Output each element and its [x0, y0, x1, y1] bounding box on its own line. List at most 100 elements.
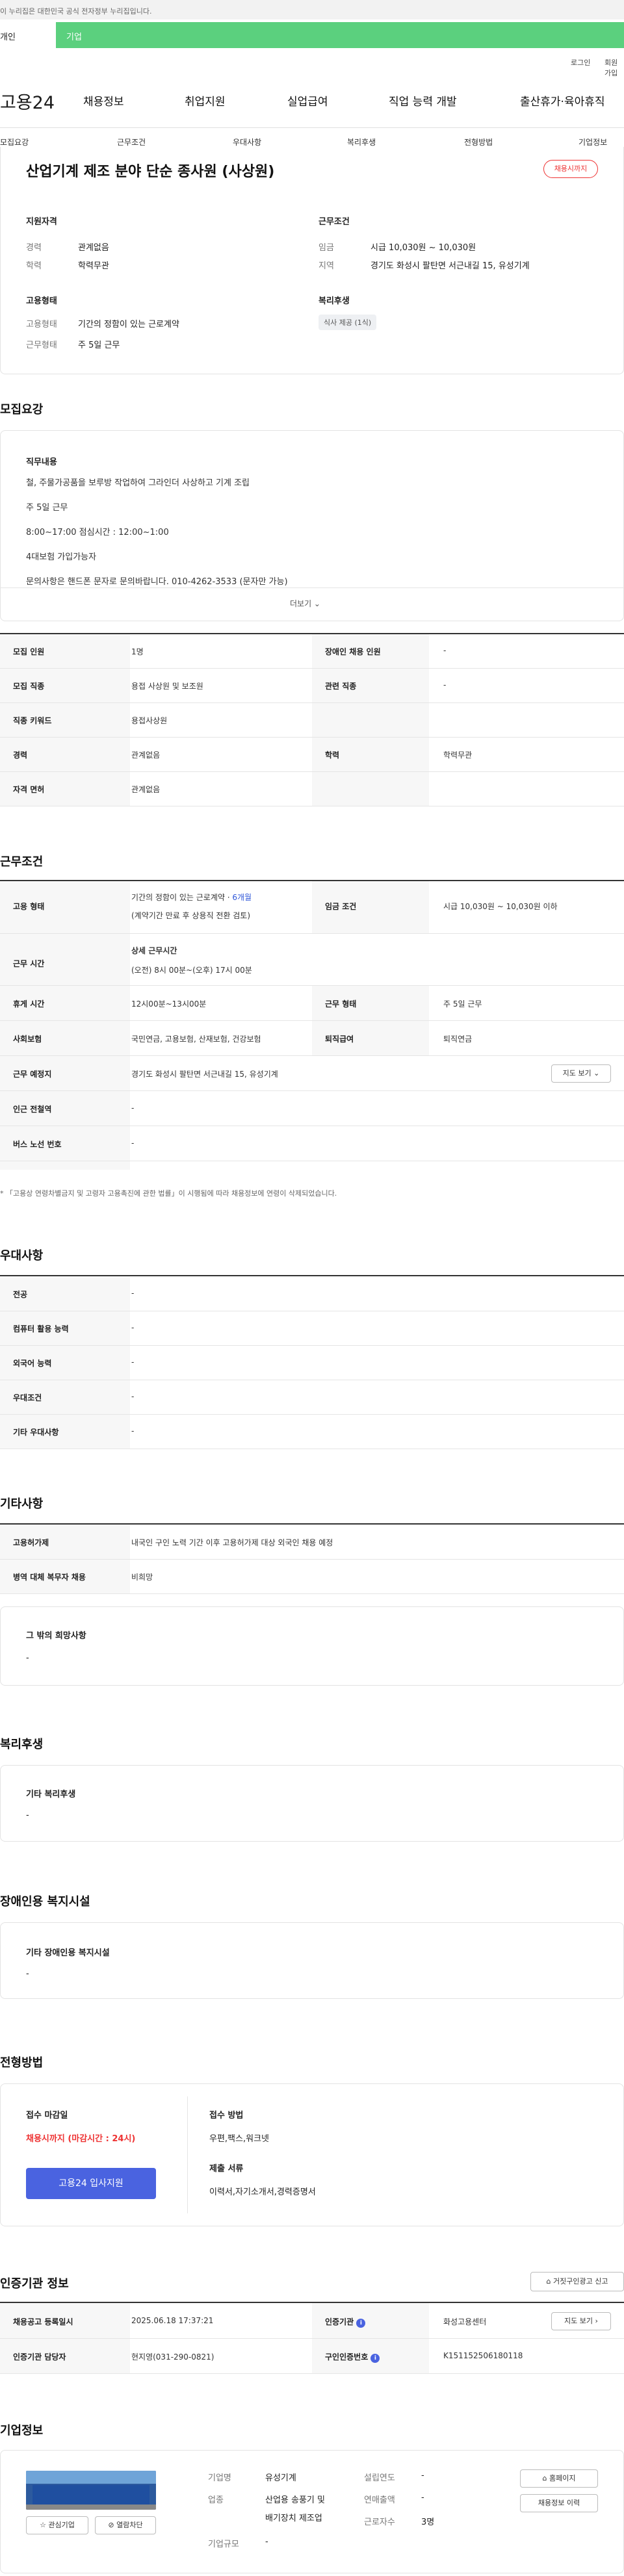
row-key: 인근 전철역 — [13, 1105, 52, 1114]
row-value: 화성고용센터 — [443, 2317, 487, 2326]
subnav-process[interactable]: 전형방법 — [464, 136, 493, 148]
row-value: K151152506180118 — [443, 2351, 523, 2360]
duty-line: 8:00~17:00 점심시간 : 12:00~1:00 — [26, 528, 169, 537]
edu-label: 학력 — [26, 261, 42, 271]
gnb-item-leave[interactable]: 출산휴가·육아휴직 — [520, 92, 605, 109]
row-key: 근무 예정지 — [13, 1070, 52, 1079]
welfare-etc-title: 기타 복리후생 — [26, 1790, 76, 1799]
disabled-etc-title: 기타 장애인용 복지시설 — [26, 1948, 110, 1958]
subnav-recruit[interactable]: 모집요강 — [0, 136, 29, 148]
recruit-section-title: 모집요강 — [0, 403, 44, 417]
subnav-company[interactable]: 기업정보 — [578, 136, 607, 148]
row-key: 고용허가제 — [13, 1538, 49, 1547]
row-value: 현지영(031-290-0821) — [131, 2352, 214, 2362]
welfare-title: 복리후생 — [318, 296, 350, 306]
disabled-etc-value: - — [26, 1969, 29, 1979]
welfare-chip: 식사 제공 (1식) — [318, 315, 377, 330]
vertical-divider — [187, 2096, 188, 2213]
report-fake-ad-button[interactable]: ⌂ 거짓구인광고 신고 — [530, 2272, 624, 2291]
block-view-button[interactable]: ⊘ 열람차단 — [95, 2516, 156, 2534]
row-key: 채용공고 등록일시 — [13, 2317, 73, 2326]
deadline-badge: 채용시까지 — [543, 160, 598, 178]
row-key: 경력 — [13, 751, 28, 760]
row-key: 학력 — [325, 751, 340, 760]
company-name-label: 기업명 — [208, 2473, 231, 2483]
row-value: - — [131, 1392, 135, 1401]
gov-notice-text: 이 누리집은 대한민국 공식 전자정부 누리집입니다. — [0, 7, 152, 16]
age-law-note: * 「고용상 연령차별금지 및 고령자 고용촉진에 관한 법률」이 시행됨에 따… — [0, 1189, 337, 1198]
divider — [0, 668, 624, 669]
row-key: 장애인 채용 인원 — [325, 647, 381, 656]
info-icon[interactable]: i — [356, 2319, 366, 2328]
row-value: 12시00분~13시00분 — [131, 999, 207, 1009]
info-icon[interactable]: i — [370, 2354, 380, 2363]
job-history-button[interactable]: 채용정보 이력 — [520, 2494, 598, 2512]
gnb-item-jobs[interactable]: 채용정보 — [83, 92, 124, 109]
days-label: 근무형태 — [26, 341, 57, 350]
industry-label: 업종 — [208, 2495, 224, 2505]
subnav-pref[interactable]: 우대사항 — [233, 136, 261, 148]
row-key: 자격 면허 — [13, 785, 45, 794]
industry-value: 산업용 송풍기 및 — [265, 2495, 325, 2505]
row-key: 근무 시간 — [13, 959, 45, 968]
favorite-company-button[interactable]: ☆ 관심기업 — [26, 2516, 88, 2534]
career-value: 관계없음 — [78, 243, 109, 253]
gnb-item-unemployment[interactable]: 실업급여 — [287, 92, 328, 109]
row-key: 인증기관 i — [325, 2316, 366, 2328]
region-label: 지역 — [318, 261, 334, 271]
gov-notice-bar: 이 누리집은 대한민국 공식 전자정부 누리집입니다. — [0, 0, 624, 19]
work-section-title: 근무조건 — [0, 855, 44, 869]
row-key: 사회보험 — [13, 1035, 42, 1044]
join-link[interactable]: 회원가입 — [604, 57, 624, 78]
th-shade — [312, 634, 429, 806]
industry-value-cont: 배기장치 제조업 — [265, 2514, 322, 2523]
divider — [0, 1593, 624, 1594]
map-toggle-button[interactable]: 지도 보기 ⌄ — [551, 1064, 611, 1083]
subnav-welfare[interactable]: 복리후생 — [347, 136, 376, 148]
other-wish-value: - — [26, 1653, 29, 1663]
site-logo[interactable]: 고용24 — [0, 88, 55, 114]
size-value: - — [265, 2537, 268, 2547]
duty-line: 4대보험 가입가능자 — [26, 552, 97, 562]
duty-line: 문의사항은 핸드폰 문자로 문의바랍니다. 010-4262-3533 (문자만… — [26, 577, 288, 587]
tab-company[interactable]: 기업 — [56, 22, 624, 48]
row-value: 2025.06.18 17:37:21 — [131, 2316, 214, 2325]
row-key: 관련 직종 — [325, 682, 357, 691]
row-value: 주 5일 근무 — [443, 999, 482, 1009]
gnb-item-support[interactable]: 취업지원 — [185, 92, 226, 109]
user-type-tabs: 개인 기업 — [0, 22, 624, 48]
row-key: 휴게 시간 — [13, 999, 45, 1009]
row-key: 컴퓨터 활용 능력 — [13, 1324, 69, 1333]
divider — [0, 1055, 624, 1056]
row-key: 병역 대체 복무자 채용 — [13, 1573, 86, 1582]
divider — [0, 933, 624, 934]
subnav-work[interactable]: 근무조건 — [117, 136, 146, 148]
row-key: 임금 조건 — [325, 902, 357, 911]
more-button[interactable]: 더보기 ⌄ — [290, 598, 320, 609]
row-value: - — [131, 1139, 135, 1148]
agency-map-button[interactable]: 지도 보기 › — [551, 2312, 611, 2330]
founded-label: 설립연도 — [364, 2473, 395, 2483]
row-value: 용접 사상원 및 보조원 — [131, 682, 203, 691]
gnb-item-training[interactable]: 직업 능력 개발 — [389, 92, 457, 109]
row-key: 고용 형태 — [13, 902, 45, 911]
divider — [0, 985, 624, 986]
welfare-section-title: 복리후생 — [0, 1738, 44, 1751]
row-key: 구인인증번호 i — [325, 2351, 380, 2363]
divider — [0, 702, 624, 703]
tab-personal[interactable]: 개인 — [0, 22, 58, 48]
other-wish-card — [0, 1606, 624, 1686]
homepage-button[interactable]: ⌂ 홈페이지 — [520, 2469, 598, 2488]
row-value: 경기도 화성시 팔탄면 서근내길 15, 유성기계 — [131, 1070, 278, 1079]
emp-months: 6개월 — [232, 893, 252, 902]
login-link[interactable]: 로그인 — [571, 57, 590, 68]
agency-map-label: 지도 보기 — [564, 2317, 593, 2325]
row-value: - — [443, 646, 447, 655]
apply-button[interactable]: 고용24 입사지원 — [26, 2168, 156, 2199]
row-key: 기타 우대사항 — [13, 1428, 59, 1437]
row-key: 근무 형태 — [325, 999, 357, 1009]
row-value: 학력무관 — [443, 751, 473, 760]
founded-value: - — [421, 2471, 424, 2480]
row-key: 버스 노선 번호 — [13, 1140, 62, 1149]
row-value: - — [131, 1358, 135, 1367]
